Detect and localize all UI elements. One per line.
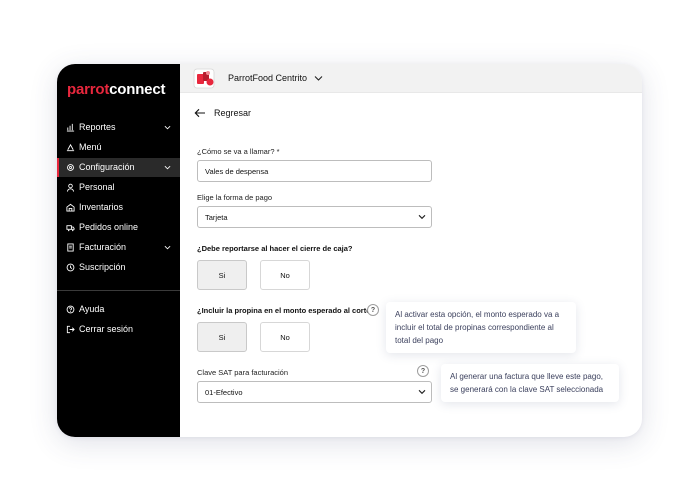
sidebar-item-ayuda[interactable]: Ayuda bbox=[57, 300, 180, 319]
sat-key-value: 01-Efectivo bbox=[205, 388, 243, 397]
sidebar-item-label: Cerrar sesión bbox=[79, 324, 134, 334]
chevron-down-icon bbox=[164, 245, 171, 250]
subscription-icon bbox=[66, 263, 75, 272]
tooltip-line: total del pago bbox=[395, 336, 444, 345]
tray-icon bbox=[66, 143, 75, 152]
report-no-button[interactable]: No bbox=[260, 260, 310, 290]
name-field-label: ¿Cómo se va a llamar? * bbox=[197, 147, 280, 156]
chevron-down-icon[interactable] bbox=[418, 214, 426, 220]
back-button[interactable]: Regresar bbox=[194, 106, 251, 120]
payment-method-label: Elige la forma de pago bbox=[197, 193, 273, 202]
help-icon[interactable]: ? bbox=[367, 304, 379, 316]
warehouse-icon bbox=[66, 203, 75, 212]
sidebar-item-reportes[interactable]: Reportes bbox=[57, 118, 180, 137]
invoice-icon bbox=[67, 243, 74, 252]
sidebar-item-menu[interactable]: Menú bbox=[57, 138, 180, 157]
sidebar-item-facturacion[interactable]: Facturación bbox=[57, 238, 180, 257]
sidebar-divider bbox=[57, 290, 180, 291]
logout-icon bbox=[66, 325, 75, 334]
tip-question: ¿Incluir la propina en el monto esperado… bbox=[197, 306, 375, 315]
sidebar-item-label: Reportes bbox=[79, 122, 116, 132]
sidebar-item-personal[interactable]: Personal bbox=[57, 178, 180, 197]
sidebar-item-label: Inventarios bbox=[79, 202, 124, 212]
logo-text-connect: connect bbox=[109, 81, 166, 98]
gear-icon bbox=[67, 164, 74, 171]
user-icon bbox=[66, 183, 75, 192]
back-label: Regresar bbox=[214, 108, 252, 118]
chevron-down-icon bbox=[164, 125, 171, 130]
chart-icon bbox=[66, 123, 75, 132]
logo-text-parrot: parrot bbox=[67, 81, 110, 98]
sidebar-item-label: Facturación bbox=[79, 242, 127, 252]
tooltip-line: se generará con la clave SAT seleccionad… bbox=[450, 385, 604, 394]
sat-key-select[interactable]: 01-Efectivo bbox=[197, 381, 432, 403]
store-name[interactable]: ParrotFood Centrito bbox=[228, 73, 307, 83]
brand-logo[interactable]: parrotconnect bbox=[67, 81, 165, 98]
chevron-down-icon[interactable] bbox=[314, 74, 323, 82]
top-bar: ParrotFood Centrito bbox=[180, 64, 642, 93]
chevron-down-icon bbox=[164, 165, 171, 170]
tooltip-line: Al generar una factura que lleve este pa… bbox=[450, 372, 603, 381]
sidebar-item-label: Ayuda bbox=[79, 304, 105, 314]
sidebar: parrotconnect Reportes Menú Configuració… bbox=[57, 64, 180, 437]
sat-help-tooltip: Al generar una factura que lleve este pa… bbox=[441, 364, 619, 402]
report-question: ¿Debe reportarse al hacer el cierre de c… bbox=[197, 244, 353, 253]
arrow-left-icon bbox=[194, 108, 205, 118]
sidebar-item-label: Personal bbox=[79, 182, 115, 192]
tip-help-tooltip: Al activar esta opción, el monto esperad… bbox=[386, 302, 576, 353]
help-icon[interactable]: ? bbox=[417, 365, 429, 377]
payment-method-value: Tarjeta bbox=[205, 213, 228, 222]
help-icon bbox=[66, 305, 75, 314]
sidebar-item-suscripcion[interactable]: Suscripción bbox=[57, 258, 180, 277]
chevron-down-icon[interactable] bbox=[418, 389, 426, 395]
report-yes-button[interactable]: Si bbox=[197, 260, 247, 290]
tooltip-line: Al activar esta opción, el monto esperad… bbox=[395, 310, 560, 319]
tip-no-button[interactable]: No bbox=[260, 322, 310, 352]
sidebar-item-label: Pedidos online bbox=[79, 222, 139, 232]
delivery-icon bbox=[66, 225, 75, 232]
sat-key-label: Clave SAT para facturación bbox=[197, 368, 289, 377]
sidebar-item-configuracion[interactable]: Configuración bbox=[57, 158, 180, 177]
payment-method-select[interactable]: Tarjeta bbox=[197, 206, 432, 228]
sidebar-item-label: Menú bbox=[79, 142, 102, 152]
sidebar-item-inventarios[interactable]: Inventarios bbox=[57, 198, 180, 217]
name-input[interactable]: Vales de despensa bbox=[197, 160, 432, 182]
sidebar-item-label: Suscripción bbox=[79, 262, 126, 272]
sidebar-item-pedidos-online[interactable]: Pedidos online bbox=[57, 218, 180, 237]
sidebar-item-label: Configuración bbox=[79, 162, 135, 172]
tooltip-line: incluir el total de propinas correspondi… bbox=[395, 323, 554, 332]
store-logo-icon[interactable] bbox=[192, 67, 218, 90]
tip-yes-button[interactable]: Si bbox=[197, 322, 247, 352]
sidebar-item-cerrar-sesion[interactable]: Cerrar sesión bbox=[57, 320, 180, 339]
